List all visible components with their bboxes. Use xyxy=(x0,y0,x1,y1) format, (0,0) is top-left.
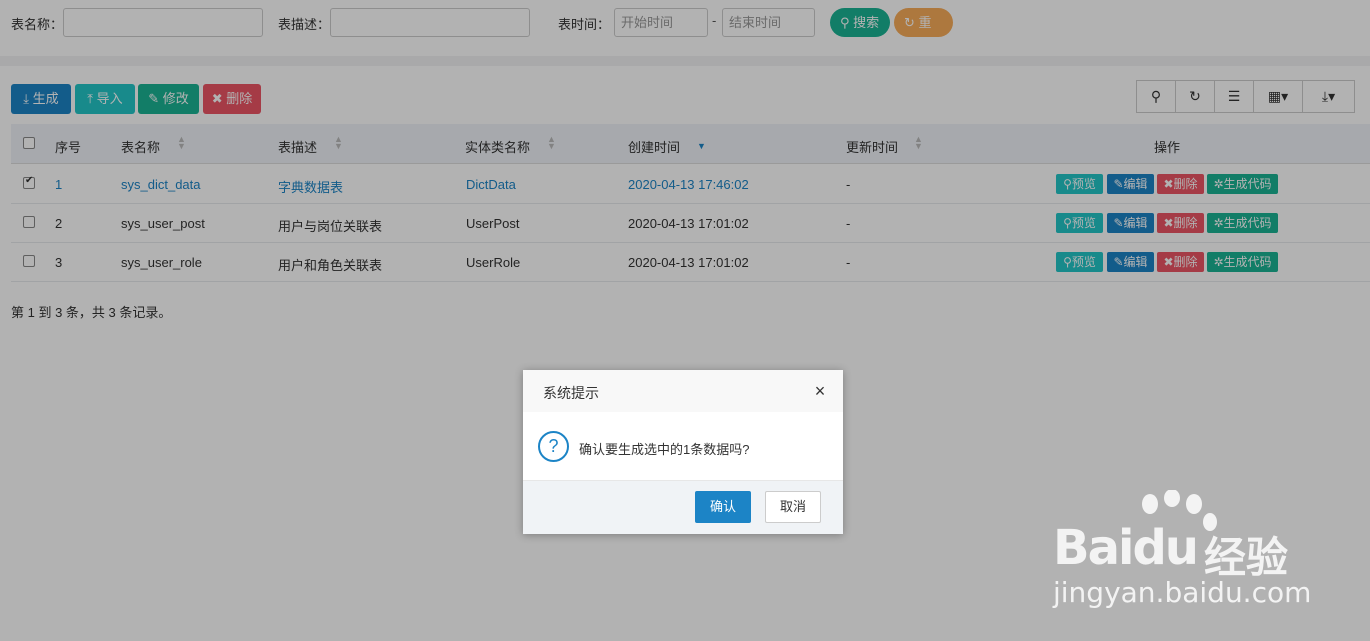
watermark-brand-bai: Bai xyxy=(1053,520,1134,576)
baidu-jingyan-watermark: Baidu 经验 jingyan.baidu.com xyxy=(1050,490,1350,620)
confirm-button[interactable]: 确认 xyxy=(695,491,751,523)
question-icon: ? xyxy=(538,431,569,462)
watermark-brand-du: du xyxy=(1132,520,1199,576)
cancel-button[interactable]: 取消 xyxy=(765,491,821,523)
confirm-dialog: 系统提示 × ? 确认要生成选中的1条数据吗? 确认 取消 xyxy=(523,370,843,534)
dialog-title: 系统提示 xyxy=(543,385,599,401)
watermark-brand: Baidu xyxy=(1053,520,1199,576)
dialog-message: 确认要生成选中的1条数据吗? xyxy=(579,442,750,457)
dialog-footer: 确认 取消 xyxy=(523,480,843,534)
watermark-url: jingyan.baidu.com xyxy=(1053,576,1312,609)
dialog-header: 系统提示 × xyxy=(523,370,843,412)
close-icon[interactable]: × xyxy=(811,382,829,400)
